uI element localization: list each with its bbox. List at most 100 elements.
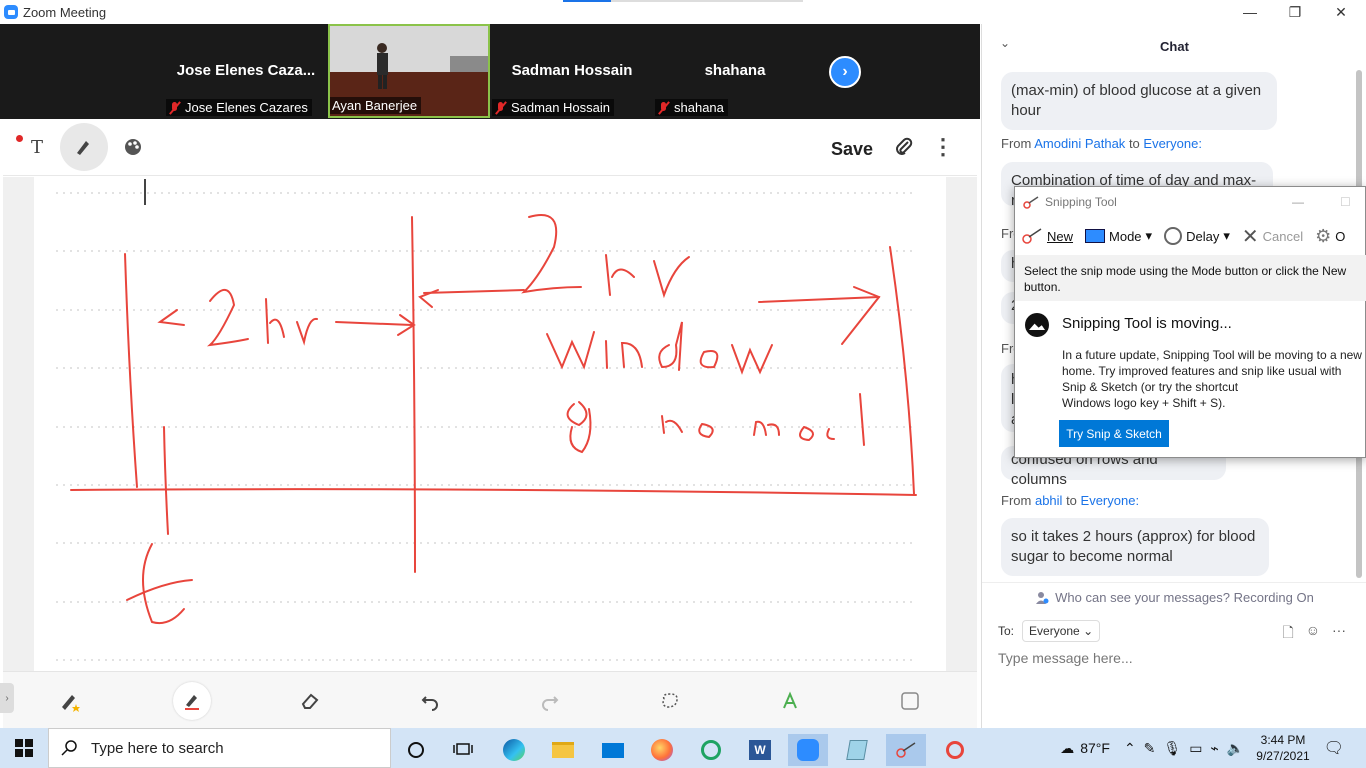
volume-icon[interactable]: 🔈 <box>1227 740 1244 757</box>
whiteboard-drawing <box>56 179 917 661</box>
snip-cancel-label: Cancel <box>1262 228 1304 244</box>
participant-name-tag: Sadman Hossain <box>492 99 614 116</box>
to-label: to <box>1128 136 1140 151</box>
message-visibility-notice[interactable]: Who can see your messages? Recording On <box>982 582 1366 612</box>
snip-moving-body: In a future update, Snipping Tool will b… <box>1062 347 1362 411</box>
scissors-icon <box>1022 228 1042 244</box>
file-icon[interactable]: 🗋 <box>1282 622 1293 646</box>
system-tray: ☁ 87°F ⌃ ✎ 🎙 ▭ ⌁ 🔈 3:44 PM 9/27/2021 🗨 <box>1060 728 1366 768</box>
clock-icon <box>1164 227 1183 245</box>
participant-tile[interactable]: Sadman Hossain Sadman Hossain <box>492 24 652 118</box>
from-label: From <box>1001 493 1032 508</box>
windows-start-icon[interactable] <box>0 728 48 768</box>
chat-sender-line: From Amodini Pathak to Everyone: <box>1001 136 1202 151</box>
pen-tool-icon[interactable] <box>60 123 108 171</box>
whiteboard-bottom-toolbar <box>3 671 977 728</box>
snip-cancel-button[interactable]: ✕ Cancel <box>1236 224 1309 249</box>
participant-name-tag: shahana <box>655 99 728 116</box>
snip-new-label: New <box>1047 228 1074 244</box>
snip-options-button[interactable]: ⚙ O <box>1309 226 1351 247</box>
message-input[interactable]: Type message here... <box>998 650 1133 666</box>
participant-tile-active-speaker[interactable]: Ayan Banerjee <box>328 24 490 118</box>
snipping-tool-taskbar-icon[interactable] <box>886 734 926 766</box>
participant-video-strip: Jose Elenes Caza... Jose Elenes Cazares … <box>0 24 980 119</box>
more-options-icon[interactable]: ⋮ <box>925 129 961 165</box>
window-titlebar: Zoom Meeting — ❐ ✕ <box>0 0 1366 24</box>
snipping-tool-title: Snipping Tool <box>1045 195 1117 209</box>
cortana-icon[interactable] <box>396 734 436 766</box>
firefox-icon[interactable] <box>642 734 682 766</box>
taskbar-search-box[interactable]: Type here to search <box>48 728 391 768</box>
color-palette-icon[interactable] <box>115 129 151 165</box>
redo-icon[interactable] <box>533 684 567 718</box>
green-app-icon[interactable] <box>691 734 731 766</box>
snip-mode-button[interactable]: Mode ▾ <box>1079 228 1158 244</box>
edge-browser-icon[interactable] <box>494 734 534 766</box>
lasso-select-icon[interactable] <box>653 684 687 718</box>
paint-app-icon[interactable] <box>935 734 975 766</box>
participant-tile[interactable]: shahana shahana <box>655 24 815 118</box>
weather-temp[interactable]: 87°F <box>1080 740 1110 756</box>
microphone-icon[interactable]: 🎙 <box>1163 740 1181 757</box>
side-expand-handle[interactable]: › <box>0 683 14 713</box>
scissors-icon <box>1023 196 1039 209</box>
notifications-icon[interactable]: 🗨 <box>1324 738 1344 758</box>
task-view-icon[interactable] <box>443 734 483 766</box>
snip-sketch-logo-icon <box>1025 313 1049 337</box>
recipient-dropdown-value: Everyone <box>1029 624 1080 638</box>
mail-icon[interactable] <box>593 734 633 766</box>
emoji-icon[interactable]: ☺ <box>1306 622 1320 646</box>
zoom-taskbar-icon[interactable] <box>788 734 828 766</box>
save-button[interactable]: Save <box>831 139 873 160</box>
whiteboard-canvas[interactable] <box>34 177 946 671</box>
snip-minimize-button[interactable]: — <box>1292 195 1304 209</box>
shape-recognition-icon[interactable] <box>773 684 807 718</box>
snip-delay-label: Delay <box>1186 228 1220 244</box>
recipient-dropdown[interactable]: Everyone ⌄ <box>1022 620 1101 642</box>
participant-display-name: shahana <box>704 62 766 79</box>
participant-name: Sadman Hossain <box>511 100 610 115</box>
minimize-button[interactable]: — <box>1227 0 1273 24</box>
recipient-row: To: Everyone ⌄ <box>998 620 1101 642</box>
more-icon[interactable]: ··· <box>1332 622 1346 646</box>
snip-moving-title: Snipping Tool is moving... <box>1062 315 1232 332</box>
sender-name[interactable]: Amodini Pathak <box>1034 136 1125 151</box>
notepad-icon[interactable] <box>837 734 877 766</box>
from-label: From <box>1001 136 1032 151</box>
next-page-arrow-icon[interactable]: › <box>829 56 861 88</box>
snipping-tool-window: Snipping Tool — ☐ New Mode ▾ Delay ▾ ✕ C… <box>1014 186 1366 458</box>
snip-options-label: O <box>1335 228 1346 244</box>
snip-maximize-button[interactable]: ☐ <box>1340 195 1351 209</box>
weather-icon[interactable]: ☁ <box>1060 740 1074 757</box>
word-icon[interactable]: W <box>740 734 780 766</box>
undo-icon[interactable] <box>413 684 447 718</box>
try-snip-sketch-button[interactable]: Try Snip & Sketch <box>1059 420 1169 447</box>
dropdown-arrow-icon: ▾ <box>1223 228 1230 243</box>
participant-name-tag: Ayan Banerjee <box>330 97 422 114</box>
select-box-icon[interactable] <box>893 684 927 718</box>
chevron-down-icon[interactable]: ⌄ <box>1000 36 1010 50</box>
pen-star-icon[interactable] <box>53 684 87 718</box>
eraser-icon[interactable] <box>293 684 327 718</box>
file-explorer-icon[interactable] <box>543 734 583 766</box>
snip-delay-button[interactable]: Delay ▾ <box>1158 227 1236 245</box>
participant-tile[interactable]: Jose Elenes Caza... Jose Elenes Cazares <box>166 24 326 118</box>
restore-button[interactable]: ❐ <box>1272 0 1318 24</box>
snip-moving-text: Windows logo key + Shift + S). <box>1062 396 1226 410</box>
mic-muted-icon <box>168 101 182 115</box>
pen-workspace-icon[interactable]: ✎ <box>1144 740 1156 757</box>
close-button[interactable]: ✕ <box>1318 0 1364 24</box>
attachment-icon[interactable] <box>886 129 922 165</box>
recipient-name[interactable]: Everyone: <box>1081 493 1140 508</box>
text-tool-icon[interactable]: T <box>19 129 55 165</box>
sender-name[interactable]: abhil <box>1035 493 1062 508</box>
battery-icon[interactable]: ▭ <box>1189 740 1202 757</box>
snip-new-button[interactable]: New <box>1015 227 1079 245</box>
recipient-name[interactable]: Everyone: <box>1143 136 1202 151</box>
network-icon[interactable]: ⌁ <box>1210 740 1218 757</box>
snip-mode-hint: Select the snip mode using the Mode butt… <box>1015 255 1366 301</box>
snip-mode-label: Mode <box>1109 228 1142 244</box>
taskbar-clock[interactable]: 3:44 PM 9/27/2021 <box>1256 732 1309 764</box>
chevron-up-icon[interactable]: ⌃ <box>1124 740 1136 757</box>
marker-tool-icon[interactable] <box>173 682 211 720</box>
